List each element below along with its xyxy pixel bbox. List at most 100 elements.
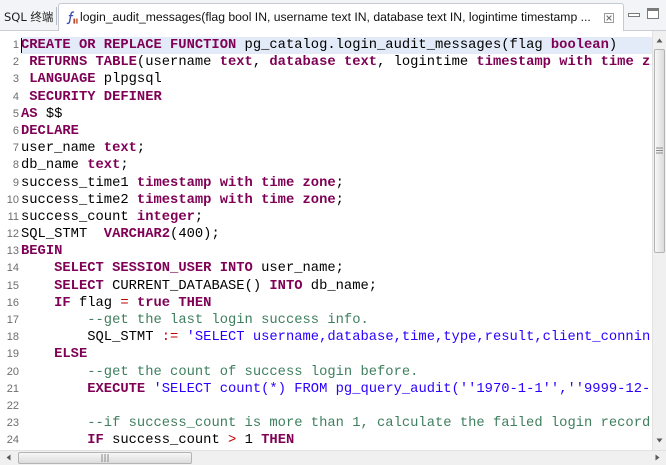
- code-line-text[interactable]: db_name text;: [21, 157, 652, 174]
- keyword-token[interactable]: DECLARE: [21, 124, 79, 139]
- code-text-token[interactable]: [145, 382, 153, 397]
- code-line-text[interactable]: IF success_count > 1 THEN: [21, 432, 652, 449]
- code-line[interactable]: 10 success_time2 timestamp with time zone…: [0, 192, 652, 209]
- code-text-token[interactable]: [21, 279, 54, 294]
- keyword-token[interactable]: SELECT: [54, 279, 104, 294]
- code-line-text[interactable]: SQL_STMT VARCHAR2(400);: [21, 226, 652, 243]
- code-line[interactable]: 18 SQL_STMT := 'SELECT username,database…: [0, 329, 652, 346]
- code-line-text[interactable]: SQL_STMT := 'SELECT username,database,ti…: [21, 329, 652, 346]
- code-text-token[interactable]: ): [609, 38, 617, 53]
- code-line-text[interactable]: EXECUTE 'SELECT count(*) FROM pg_query_a…: [21, 381, 652, 398]
- code-line[interactable]: 16 IF flag = true THEN: [0, 295, 652, 312]
- keyword-token[interactable]: BEGIN: [21, 244, 62, 259]
- code-line-text[interactable]: --get the last login success info.: [21, 312, 652, 329]
- keyword-token[interactable]: INTO: [269, 279, 302, 294]
- code-line[interactable]: 22: [0, 398, 652, 415]
- code-line-text[interactable]: SELECT CURRENT_DATABASE() INTO db_name;: [21, 278, 652, 295]
- code-line-text[interactable]: --get the count of success login before.: [21, 364, 652, 381]
- code-text-token[interactable]: success_time1: [21, 176, 137, 191]
- code-text-token[interactable]: [21, 296, 54, 311]
- code-line-text[interactable]: CREATE OR REPLACE FUNCTION pg_catalog.lo…: [21, 37, 652, 55]
- code-text-token[interactable]: [21, 261, 54, 276]
- string-literal-token[interactable]: 'SELECT count(*) FROM pg_query_audit(''1…: [154, 382, 651, 397]
- code-line-text[interactable]: ELSE: [21, 346, 652, 363]
- scroll-down-icon[interactable]: [653, 434, 666, 447]
- keyword-token[interactable]: LANGUAGE: [29, 72, 95, 87]
- code-text-token[interactable]: , logintime: [377, 55, 476, 70]
- code-text-token[interactable]: ;: [195, 210, 203, 225]
- code-text-token[interactable]: flag: [71, 296, 121, 311]
- code-text-token[interactable]: [336, 55, 344, 70]
- keyword-token[interactable]: RETURNS TABLE: [29, 55, 137, 70]
- code-text-token[interactable]: ,: [253, 55, 270, 70]
- code-text-token[interactable]: (400);: [170, 227, 220, 242]
- code-line-text[interactable]: SECURITY DEFINER: [21, 89, 652, 106]
- comment-token[interactable]: --if success_count is more than 1, calcu…: [87, 416, 650, 431]
- keyword-token[interactable]: text: [87, 158, 120, 173]
- code-lines[interactable]: 1 CREATE OR REPLACE FUNCTION pg_catalog.l…: [0, 37, 652, 450]
- code-line-text[interactable]: IF flag = true THEN: [21, 295, 652, 312]
- keyword-token[interactable]: true THEN: [137, 296, 212, 311]
- code-text-token[interactable]: [21, 382, 87, 397]
- code-text-token[interactable]: $$: [38, 107, 63, 122]
- sql-code-editor[interactable]: 1 CREATE OR REPLACE FUNCTION pg_catalog.l…: [0, 31, 652, 450]
- code-text-token[interactable]: user_name;: [253, 261, 344, 276]
- code-text-token[interactable]: ;: [137, 141, 145, 156]
- code-line[interactable]: 2 RETURNS TABLE(username text, database …: [0, 54, 652, 71]
- code-line-text[interactable]: AS $$: [21, 106, 652, 123]
- code-line[interactable]: 24 IF success_count > 1 THEN: [0, 432, 652, 449]
- tab-sql-terminal[interactable]: SQL 终端: [0, 4, 57, 30]
- scroll-right-icon[interactable]: [651, 451, 664, 464]
- code-line[interactable]: 9 success_time1 timestamp with time zone;: [0, 175, 652, 192]
- code-line[interactable]: 8 db_name text;: [0, 157, 652, 174]
- code-line[interactable]: 17 --get the last login success info.: [0, 312, 652, 329]
- code-line[interactable]: 14 SELECT SESSION_USER INTO user_name;: [0, 260, 652, 277]
- scroll-left-icon[interactable]: [2, 451, 15, 464]
- code-text-token[interactable]: [21, 416, 87, 431]
- keyword-token[interactable]: THEN: [261, 433, 294, 448]
- code-line-text[interactable]: success_count integer;: [21, 209, 652, 226]
- vertical-scroll-thumb[interactable]: [654, 49, 665, 253]
- code-text-token[interactable]: user_name: [21, 141, 104, 156]
- code-line[interactable]: 11 success_count integer;: [0, 209, 652, 226]
- code-text-token[interactable]: 1: [236, 433, 261, 448]
- operator-token[interactable]: :=: [162, 330, 179, 345]
- code-line[interactable]: 12 SQL_STMT VARCHAR2(400);: [0, 226, 652, 243]
- code-line-text[interactable]: --if success_count is more than 1, calcu…: [21, 415, 652, 432]
- code-text-token[interactable]: SQL_STMT: [21, 330, 162, 345]
- keyword-token[interactable]: text: [104, 141, 137, 156]
- code-text-token[interactable]: SQL_STMT: [21, 227, 104, 242]
- code-line[interactable]: 23 --if success_count is more than 1, ca…: [0, 415, 652, 432]
- code-text-token[interactable]: (username: [137, 55, 220, 70]
- keyword-token[interactable]: IF: [54, 296, 71, 311]
- code-line[interactable]: 19 ELSE: [0, 346, 652, 363]
- code-line[interactable]: 20 --get the count of success login befo…: [0, 364, 652, 381]
- keyword-token[interactable]: AS: [21, 107, 38, 122]
- code-line[interactable]: 21 EXECUTE 'SELECT count(*) FROM pg_quer…: [0, 381, 652, 398]
- code-text-token[interactable]: success_time2: [21, 193, 137, 208]
- keyword-token[interactable]: SECURITY DEFINER: [29, 90, 161, 105]
- keyword-token[interactable]: timestamp with time zone: [137, 193, 336, 208]
- code-line[interactable]: 13 BEGIN: [0, 243, 652, 260]
- horizontal-scroll-thumb[interactable]: [18, 452, 192, 464]
- keyword-token[interactable]: EXECUTE: [87, 382, 145, 397]
- keyword-token[interactable]: CREATE OR REPLACE FUNCTION: [21, 38, 236, 53]
- keyword-token[interactable]: text: [220, 55, 253, 70]
- code-line-text[interactable]: RETURNS TABLE(username text, database te…: [21, 54, 652, 71]
- keyword-token[interactable]: ELSE: [54, 347, 87, 362]
- code-text-token[interactable]: plpgsql: [96, 72, 162, 87]
- code-line-text[interactable]: success_time1 timestamp with time zone;: [21, 175, 652, 192]
- code-text-token[interactable]: success_count: [21, 210, 137, 225]
- code-text-token[interactable]: ;: [336, 176, 344, 191]
- vertical-scrollbar[interactable]: [652, 31, 666, 450]
- tab-function-editor[interactable]: login_audit_messages(flag bool IN, usern…: [58, 3, 624, 31]
- code-line-text[interactable]: DECLARE: [21, 123, 652, 140]
- comment-token[interactable]: --get the count of success login before.: [87, 365, 418, 380]
- code-text-token[interactable]: [21, 347, 54, 362]
- minimize-icon[interactable]: [628, 9, 640, 19]
- keyword-token[interactable]: SELECT SESSION_USER INTO: [54, 261, 253, 276]
- keyword-token[interactable]: VARCHAR2: [104, 227, 170, 242]
- code-text-token[interactable]: [178, 330, 186, 345]
- operator-token[interactable]: =: [120, 296, 128, 311]
- code-text-token[interactable]: CURRENT_DATABASE(): [104, 279, 270, 294]
